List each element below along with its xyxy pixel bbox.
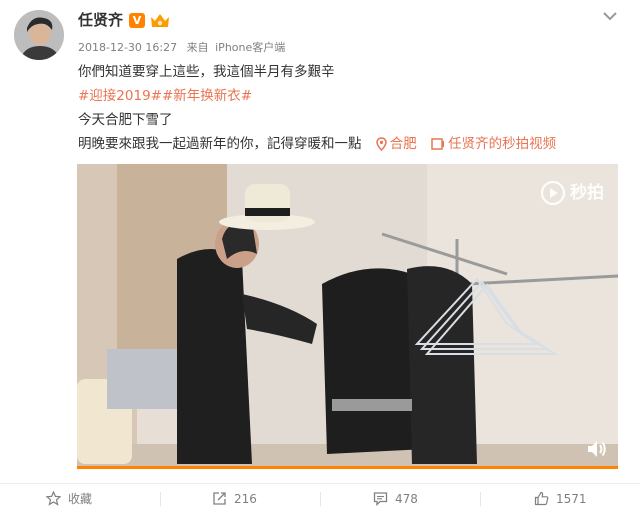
share-button[interactable]: 216	[212, 484, 257, 512]
video-player[interactable]: 秒拍	[77, 164, 618, 469]
hashtag-link[interactable]: #迎接2019#	[78, 88, 162, 104]
comment-count: 478	[395, 491, 418, 506]
location-pin-icon	[376, 137, 387, 151]
hashtag-line: #迎接2019##新年换新衣#	[78, 86, 252, 106]
miaopai-logo-icon	[540, 180, 566, 206]
verified-badge: V	[129, 13, 145, 28]
location-link[interactable]: 合肥	[390, 136, 417, 152]
video-frame	[77, 164, 618, 469]
weibo-post-card: 任贤齐 V 2018-12-30 16:27 来自 iPhone客户端 你們知道…	[0, 0, 640, 512]
action-divider	[480, 492, 481, 506]
post-text: 明晚要來跟我一起過新年的你，記得穿暖和一點	[78, 136, 362, 152]
action-divider	[320, 492, 321, 506]
thumbs-up-icon	[534, 491, 549, 506]
action-bar: 收藏 216 478 1571	[0, 483, 640, 512]
post-text-line: 今天合肥下雪了	[78, 112, 173, 128]
comment-icon	[373, 492, 388, 506]
share-count: 216	[234, 491, 257, 506]
like-button[interactable]: 1571	[534, 484, 587, 512]
action-divider	[160, 492, 161, 506]
video-source-link[interactable]: 任贤齐的秒拍视频	[448, 136, 556, 152]
post-text-line: 明晚要來跟我一起過新年的你，記得穿暖和一點 合肥 任贤齐的秒拍视频	[78, 134, 556, 154]
chevron-down-icon[interactable]	[600, 8, 620, 24]
star-icon	[46, 491, 61, 506]
watermark-text: 秒拍	[570, 183, 604, 203]
avatar[interactable]	[14, 10, 64, 60]
share-icon	[213, 492, 226, 505]
video-progress-fill	[77, 466, 618, 469]
source-prefix: 来自	[186, 41, 209, 54]
post-timestamp[interactable]: 2018-12-30 16:27	[78, 40, 177, 56]
video-watermark: 秒拍	[540, 178, 604, 206]
post-meta: 2018-12-30 16:27 来自 iPhone客户端	[78, 40, 285, 56]
volume-icon[interactable]	[586, 439, 608, 459]
favorite-label: 收藏	[68, 492, 93, 506]
post-source[interactable]: iPhone客户端	[215, 40, 285, 56]
video-progress-bar[interactable]	[77, 466, 618, 469]
video-link-icon	[431, 138, 445, 150]
favorite-button[interactable]: 收藏	[46, 484, 92, 512]
member-crown-icon	[151, 14, 169, 27]
post-text-line: 你們知道要穿上這些，我這個半月有多艱辛	[78, 64, 335, 80]
author-name[interactable]: 任贤齐	[78, 10, 123, 30]
comment-button[interactable]: 478	[373, 484, 418, 512]
hashtag-link[interactable]: #新年换新衣#	[162, 88, 252, 104]
like-count: 1571	[556, 491, 587, 506]
